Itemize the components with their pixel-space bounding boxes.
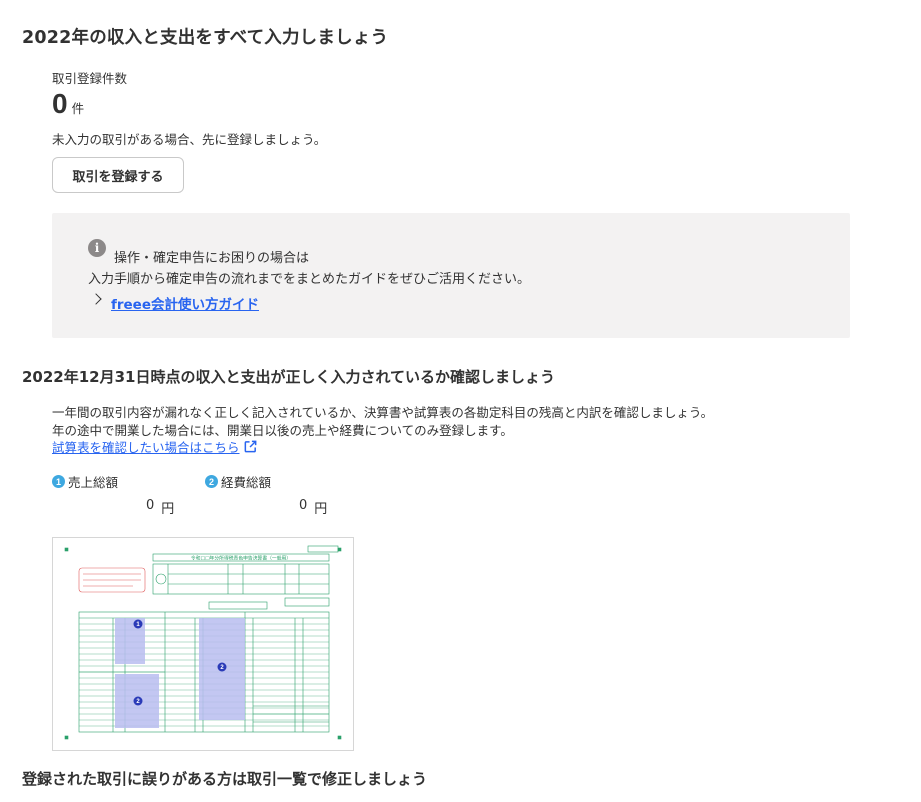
help-title: 操作・確定申告にお困りの場合は [114,251,310,266]
number-badge-icon: 2 [205,475,218,488]
tax-form-illustration: 1 2 2 令和□□年分所得税青色申告決算書（一般用） [52,537,354,751]
sales-total-text: 売上総額 [68,475,119,490]
expense-total-text: 経費総額 [221,475,272,490]
help-description: 入力手順から確定申告の流れまでをまとめたガイドをぜひご活用ください。 [88,272,531,287]
expense-total-unit: 円 [314,502,328,517]
info-icon: i [88,239,106,257]
sales-total-label: 1 売上総額 [52,472,118,491]
usage-guide-link[interactable]: freee会計使い方ガイド [111,293,259,313]
income-section-title: 2022年の収入と支出をすべて入力しましょう [22,28,389,48]
sales-total-value: 0 円 [146,498,174,517]
register-transaction-button[interactable]: 取引を登録する [52,157,184,193]
form-title: 令和□□年分所得税青色申告決算書（一般用） [191,555,291,562]
chevron-right-icon [90,293,102,305]
trial-balance-link-label[interactable]: 試算表を確認したい場合はこちら [52,437,240,456]
help-box: i 操作・確定申告にお困りの場合は 入力手順から確定申告の流れまでをまとめたガイ… [52,213,850,338]
correction-section-title: 登録された取引に誤りがある方は取引一覧で修正しましょう [22,770,428,788]
expense-total-value: 0 円 [299,498,327,517]
transaction-count-value: 0 [52,88,68,119]
transaction-count: 0 件 [52,88,84,120]
sales-total-amount: 0 [146,498,155,513]
expense-total-label: 2 経費総額 [205,472,271,491]
confirm-description-line1: 一年間の取引内容が漏れなく正しく記入されているか、決算書や試算表の各勘定科目の残… [52,405,714,420]
sales-total-unit: 円 [161,502,175,517]
number-badge-icon: 1 [52,475,65,488]
trial-balance-link[interactable]: 試算表を確認したい場合はこちら [52,437,258,456]
unregistered-note: 未入力の取引がある場合、先に登録しましょう。 [52,132,327,147]
external-link-icon [244,440,256,453]
transaction-count-unit: 件 [71,101,85,116]
confirm-section-title: 2022年12月31日時点の収入と支出が正しく入力されているか確認しましょう [22,368,556,386]
expense-total-amount: 0 [299,498,308,513]
tax-form-svg: 1 2 2 令和□□年分所得税青色申告決算書（一般用） [64,545,342,740]
transaction-count-label: 取引登録件数 [52,71,128,86]
